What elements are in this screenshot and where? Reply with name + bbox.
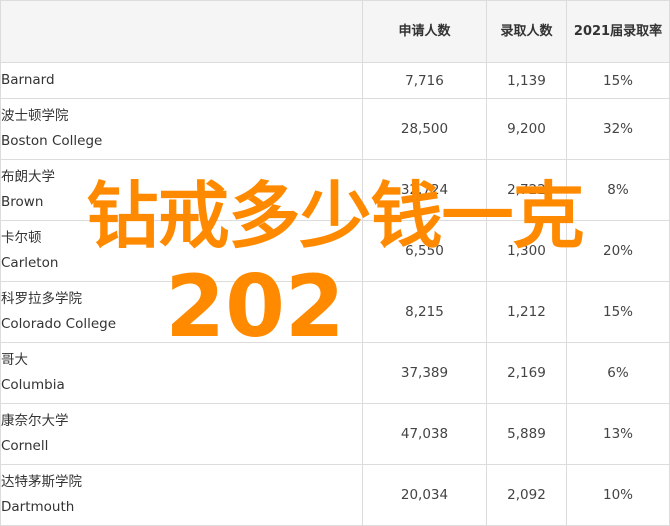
admitted-cell: 1,212 bbox=[486, 281, 567, 343]
table-row: 科罗拉多学院 Colorado College 8,215 1,212 15% bbox=[0, 281, 670, 343]
school-name-cell: 卡尔顿 Carleton bbox=[0, 220, 363, 282]
table-header-row: 申请人数 录取人数 2021届录取率 bbox=[0, 0, 670, 63]
school-name-zh: 布朗大学 bbox=[1, 169, 55, 185]
admitted-cell: 2,169 bbox=[486, 342, 567, 404]
admit-rate-cell: 10% bbox=[566, 464, 670, 526]
applicants-cell: 20,034 bbox=[362, 464, 487, 526]
admitted-cell: 1,139 bbox=[486, 62, 567, 99]
applicants-cell: 28,500 bbox=[362, 98, 487, 160]
school-name-en: Brown bbox=[1, 194, 44, 210]
header-school bbox=[0, 0, 363, 63]
school-name-zh: 康奈尔大学 bbox=[1, 413, 69, 429]
school-name-cell: 达特茅斯学院 Dartmouth bbox=[0, 464, 363, 526]
admitted-cell: 2,722 bbox=[486, 159, 567, 221]
school-name-zh: 卡尔顿 bbox=[1, 230, 42, 246]
admitted-cell: 1,300 bbox=[486, 220, 567, 282]
applicants-cell: 32,724 bbox=[362, 159, 487, 221]
admit-rate-cell: 20% bbox=[566, 220, 670, 282]
school-name-zh: 科罗拉多学院 bbox=[1, 291, 82, 307]
table-row: 哥大 Columbia 37,389 2,169 6% bbox=[0, 342, 670, 404]
table-row: 康奈尔大学 Cornell 47,038 5,889 13% bbox=[0, 403, 670, 465]
admissions-table: 申请人数 录取人数 2021届录取率 Barnard 7,716 1,139 1… bbox=[0, 0, 670, 526]
school-name-cell: 康奈尔大学 Cornell bbox=[0, 403, 363, 465]
table-row: 达特茅斯学院 Dartmouth 20,034 2,092 10% bbox=[0, 464, 670, 526]
school-name-en: Cornell bbox=[1, 438, 49, 454]
header-admitted: 录取人数 bbox=[486, 0, 567, 63]
admit-rate-cell: 8% bbox=[566, 159, 670, 221]
table-row: 布朗大学 Brown 32,724 2,722 8% bbox=[0, 159, 670, 221]
table-row: Barnard 7,716 1,139 15% bbox=[0, 62, 670, 99]
admitted-cell: 9,200 bbox=[486, 98, 567, 160]
school-name-en: Columbia bbox=[1, 377, 65, 393]
school-name-en: Barnard bbox=[1, 72, 55, 88]
applicants-cell: 47,038 bbox=[362, 403, 487, 465]
school-name-cell: 哥大 Columbia bbox=[0, 342, 363, 404]
header-admit-rate: 2021届录取率 bbox=[566, 0, 670, 63]
table-row: 波士顿学院 Boston College 28,500 9,200 32% bbox=[0, 98, 670, 160]
school-name-zh: 波士顿学院 bbox=[1, 108, 69, 124]
applicants-cell: 37,389 bbox=[362, 342, 487, 404]
school-name-en: Carleton bbox=[1, 255, 59, 271]
applicants-cell: 7,716 bbox=[362, 62, 487, 99]
school-name-cell: 科罗拉多学院 Colorado College bbox=[0, 281, 363, 343]
admitted-cell: 5,889 bbox=[486, 403, 567, 465]
school-name-cell: Barnard bbox=[0, 62, 363, 99]
school-name-zh: 哥大 bbox=[1, 352, 28, 368]
admit-rate-cell: 32% bbox=[566, 98, 670, 160]
applicants-cell: 8,215 bbox=[362, 281, 487, 343]
table-row: 卡尔顿 Carleton 6,550 1,300 20% bbox=[0, 220, 670, 282]
school-name-cell: 波士顿学院 Boston College bbox=[0, 98, 363, 160]
school-name-zh: 达特茅斯学院 bbox=[1, 474, 82, 490]
admit-rate-cell: 15% bbox=[566, 62, 670, 99]
school-name-en: Boston College bbox=[1, 133, 103, 149]
applicants-cell: 6,550 bbox=[362, 220, 487, 282]
school-name-cell: 布朗大学 Brown bbox=[0, 159, 363, 221]
header-applicants: 申请人数 bbox=[362, 0, 487, 63]
admit-rate-cell: 15% bbox=[566, 281, 670, 343]
admit-rate-cell: 6% bbox=[566, 342, 670, 404]
school-name-en: Dartmouth bbox=[1, 499, 75, 515]
school-name-en: Colorado College bbox=[1, 316, 117, 332]
admitted-cell: 2,092 bbox=[486, 464, 567, 526]
admit-rate-cell: 13% bbox=[566, 403, 670, 465]
